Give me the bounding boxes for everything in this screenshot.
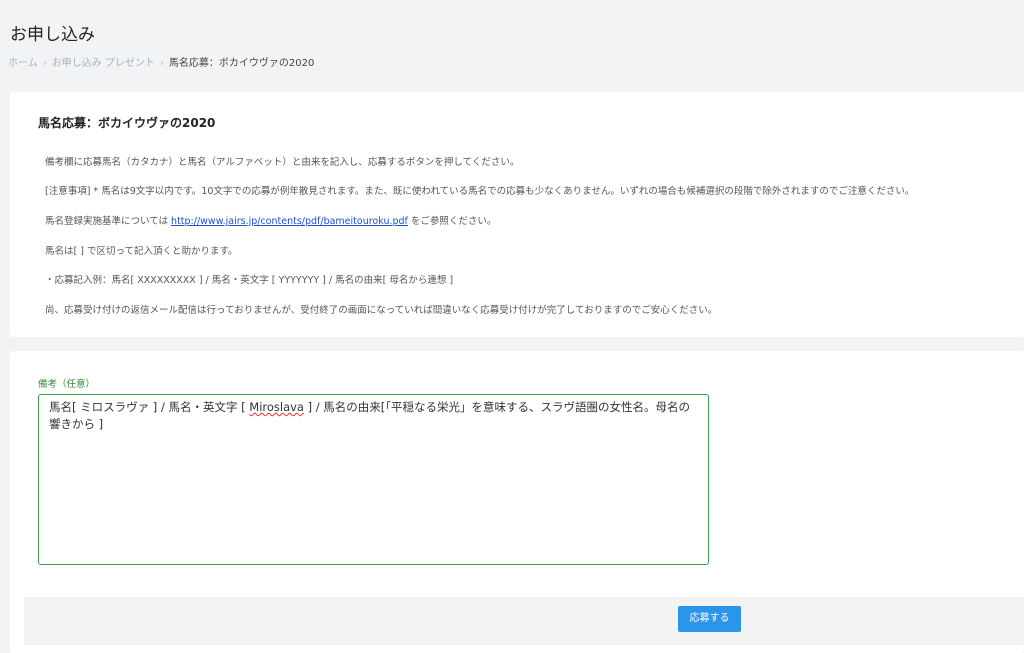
breadcrumb: ホーム › お申し込み プレゼント › 馬名応募：ボカイウヴァの2020: [8, 54, 314, 69]
criteria-prefix: 馬名登録実施基準については: [45, 216, 172, 227]
criteria-pdf-link[interactable]: http://www.jairs.jp/contents/pdf/bameito…: [171, 216, 408, 227]
breadcrumb-current: 馬名応募：ボカイウヴァの2020: [168, 58, 315, 69]
remarks-textarea[interactable]: 馬名[ ミロスラヴァ ] / 馬名・英文字 [ Miroslava ] / 馬名…: [38, 394, 709, 565]
info-heading: 馬名応募：ボカイウヴァの2020: [38, 116, 216, 130]
breadcrumb-separator: ›: [42, 58, 47, 69]
instruction-text: 備考欄に応募馬名（カタカナ）と馬名（アルファベット）と由来を記入し、応募するボタ…: [45, 157, 520, 168]
remarks-label: 備考（任意）: [38, 379, 96, 390]
textarea-text-part1: 馬名[ ミロスラヴァ ] / 馬名・英文字 [: [49, 400, 250, 414]
form-card: 備考（任意） 馬名[ ミロスラヴァ ] / 馬名・英文字 [ Miroslava…: [10, 351, 1024, 653]
notice-text: [注意事項] * 馬名は9文字以内です。10文字での応募が例年散見されます。また…: [45, 186, 915, 197]
example-text: ・応募記入例：馬名[ XXXXXXXXX ] / 馬名・英文字 [ YYYYYY…: [45, 275, 454, 286]
reply-notice-text: 尚、応募受け付けの返信メール配信は行っておりませんが、受付終了の画面になっていれ…: [45, 305, 718, 316]
info-card: 馬名応募：ボカイウヴァの2020 備考欄に応募馬名（カタカナ）と馬名（アルファベ…: [10, 92, 1024, 337]
bracket-hint-text: 馬名は[ ] で区切って記入頂くと助かります。: [45, 246, 238, 257]
criteria-suffix: をご参照ください。: [407, 216, 497, 227]
page-title: お申し込み: [10, 25, 95, 45]
submit-button[interactable]: 応募する: [678, 606, 741, 632]
registration-criteria-text: 馬名登録実施基準については http://www.jairs.jp/conten…: [45, 213, 496, 227]
textarea-text-misspelled: Miroslava: [249, 400, 304, 414]
submit-bar: 応募する: [24, 597, 1024, 645]
breadcrumb-present[interactable]: お申し込み プレゼント: [52, 58, 155, 69]
breadcrumb-home[interactable]: ホーム: [8, 58, 38, 69]
breadcrumb-separator: ›: [159, 58, 164, 69]
